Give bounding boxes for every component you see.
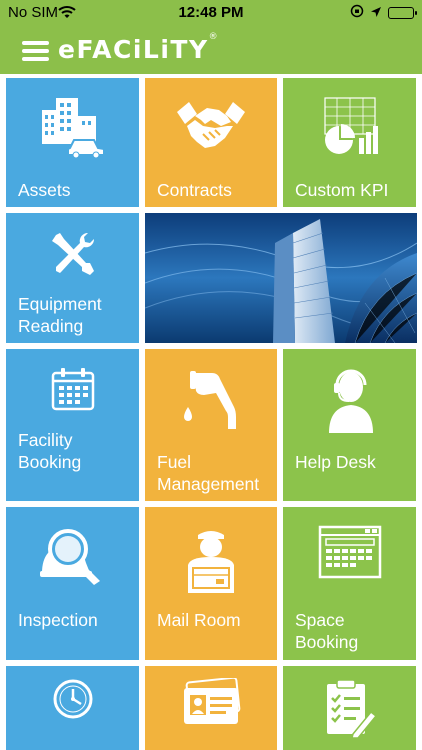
tile-mail-room[interactable]: Mail Room bbox=[145, 507, 277, 660]
tile-time-attendance[interactable] bbox=[6, 666, 139, 750]
tile-label: Fuel Management bbox=[157, 452, 260, 494]
tile-visitor-management[interactable] bbox=[145, 666, 277, 750]
clock-icon bbox=[6, 678, 139, 720]
registered-mark: ® bbox=[208, 31, 218, 42]
tile-fuel-management[interactable]: Fuel Management bbox=[145, 349, 277, 501]
skyscraper-banner-image bbox=[145, 213, 417, 343]
app-header: eFACiLiTY® bbox=[0, 26, 422, 74]
buildings-car-icon bbox=[6, 96, 139, 158]
id-card-icon bbox=[145, 678, 277, 726]
app-name: eFACiLiTY bbox=[58, 35, 209, 64]
tile-space-booking[interactable]: Space Booking bbox=[283, 507, 416, 660]
app-logo: eFACiLiTY® bbox=[58, 31, 218, 64]
tile-label: Mail Room bbox=[157, 610, 241, 630]
checklist-icon bbox=[283, 678, 416, 738]
tile-custom-kpi[interactable]: Custom KPI bbox=[283, 78, 416, 207]
tile-equipment-reading[interactable]: Equipment Reading bbox=[6, 213, 139, 343]
tile-contracts[interactable]: Contracts bbox=[145, 78, 277, 207]
tile-label: Custom KPI bbox=[295, 180, 389, 200]
tile-facility-booking[interactable]: Facility Booking bbox=[6, 349, 139, 501]
tile-assets[interactable]: Assets bbox=[6, 78, 139, 207]
kpi-chart-icon bbox=[283, 96, 416, 158]
tile-label: Help Desk bbox=[295, 452, 376, 472]
tile-inspection[interactable]: Inspection bbox=[6, 507, 139, 660]
tile-label: Assets bbox=[18, 180, 71, 200]
calendar-icon bbox=[6, 367, 139, 411]
location-icon bbox=[370, 5, 382, 21]
tile-label: Inspection bbox=[18, 610, 98, 630]
status-bar: No SIM 12:48 PM bbox=[0, 0, 422, 26]
hamburger-menu-button[interactable] bbox=[22, 41, 49, 61]
orientation-lock-icon bbox=[350, 4, 364, 21]
wrench-screwdriver-icon bbox=[6, 231, 139, 277]
tile-label: Contracts bbox=[157, 180, 232, 200]
tile-help-desk[interactable]: Help Desk bbox=[283, 349, 416, 501]
headset-agent-icon bbox=[283, 367, 416, 433]
battery-icon bbox=[388, 6, 417, 19]
magnifier-helmet-icon bbox=[6, 525, 139, 587]
tile-label: Facility Booking bbox=[18, 430, 82, 472]
tile-checklist[interactable] bbox=[283, 666, 416, 750]
fuel-nozzle-icon bbox=[145, 367, 277, 431]
tile-label: Equipment Reading bbox=[18, 294, 102, 336]
tile-label: Space Booking bbox=[295, 610, 359, 652]
booking-window-icon bbox=[283, 525, 416, 579]
handshake-icon bbox=[145, 96, 277, 156]
courier-box-icon bbox=[145, 525, 277, 593]
